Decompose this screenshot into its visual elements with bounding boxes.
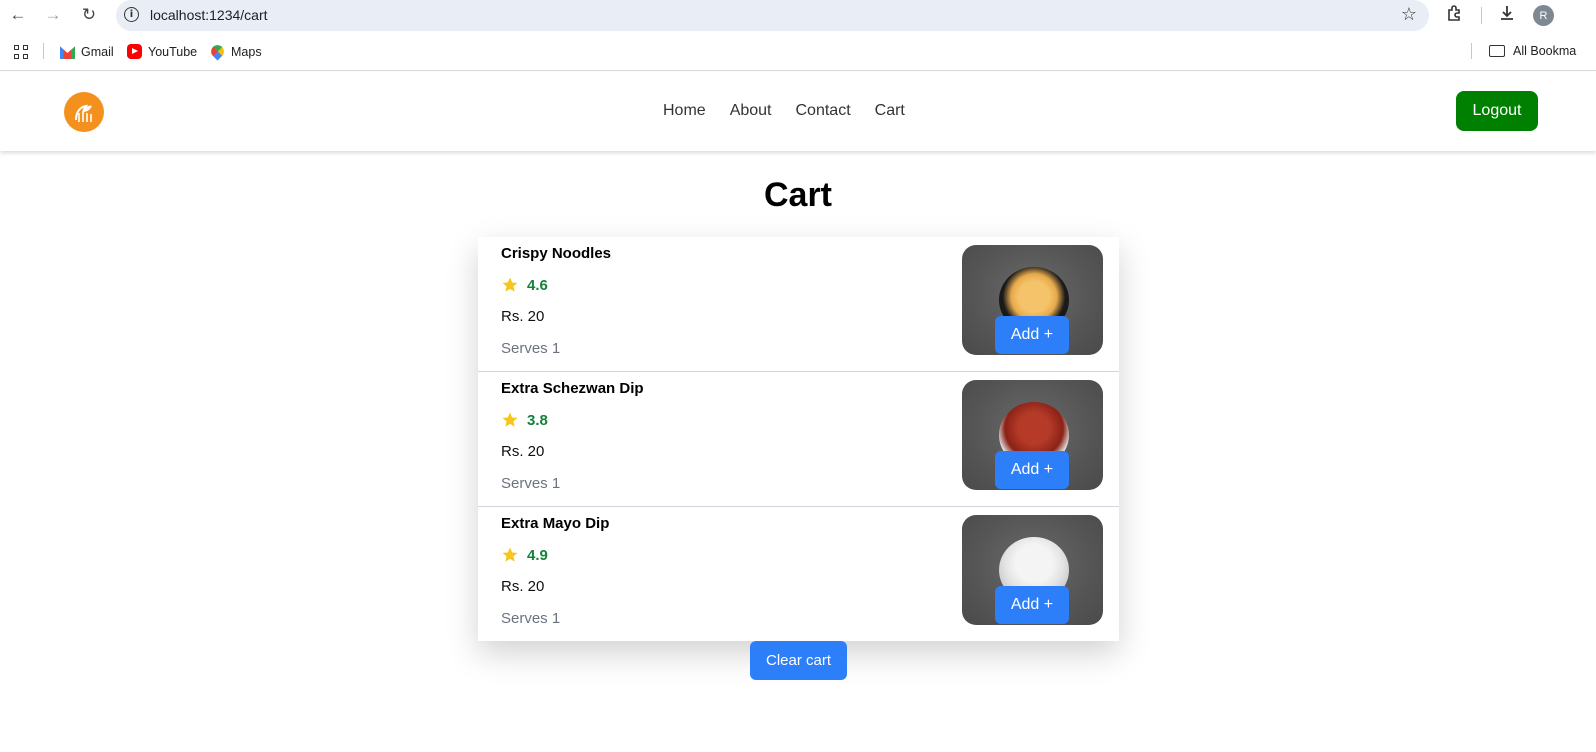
cart-list: Crispy Noodles 4.6 Rs. 20 Serves 1 Add +…	[478, 237, 1119, 641]
gmail-icon	[60, 46, 75, 59]
bookmark-youtube[interactable]: YouTube	[127, 44, 197, 59]
add-button[interactable]: Add +	[995, 451, 1069, 489]
star-icon	[502, 412, 518, 427]
item-price: Rs. 20	[501, 578, 545, 595]
item-rating: 4.9	[501, 546, 548, 564]
downloads-icon[interactable]	[1498, 4, 1516, 27]
nav-cart[interactable]: Cart	[875, 102, 905, 120]
item-name: Extra Schezwan Dip	[501, 380, 644, 397]
maps-icon	[208, 42, 227, 61]
add-button[interactable]: Add +	[995, 586, 1069, 624]
bookmark-label: Maps	[231, 44, 262, 59]
forward-arrow-icon[interactable]: →	[41, 4, 65, 26]
profile-avatar[interactable]: R	[1533, 5, 1554, 26]
back-arrow-icon[interactable]: ←	[6, 4, 30, 26]
item-price: Rs. 20	[501, 308, 545, 325]
bookmark-maps[interactable]: Maps	[208, 42, 262, 61]
address-bar[interactable]: i localhost:1234/cart ☆	[116, 0, 1429, 31]
cart-item: Extra Mayo Dip 4.9 Rs. 20 Serves 1 Add +	[478, 507, 1119, 641]
item-image: Add +	[962, 245, 1103, 355]
youtube-icon	[127, 44, 142, 59]
item-rating: 4.6	[501, 276, 548, 294]
site-info-icon[interactable]: i	[124, 7, 139, 22]
bookmarks-bar: Gmail YouTube Maps All Bookma	[0, 31, 1596, 71]
reload-icon[interactable]: ↻	[77, 4, 101, 26]
all-bookmarks-label: All Bookma	[1513, 44, 1577, 58]
bookmark-gmail[interactable]: Gmail	[60, 44, 114, 59]
main-nav: Home About Contact Cart	[663, 102, 929, 120]
toolbar-divider	[1481, 7, 1482, 24]
page-title: Cart	[763, 176, 833, 214]
folder-icon	[1489, 45, 1505, 57]
all-bookmarks[interactable]: All Bookma	[1489, 44, 1576, 58]
url-text[interactable]: localhost:1234/cart	[150, 7, 268, 23]
rating-value: 4.9	[527, 546, 548, 564]
item-image: Add +	[962, 515, 1103, 625]
nav-home[interactable]: Home	[663, 102, 706, 120]
browser-toolbar: ← → ↻ i localhost:1234/cart ☆ R	[0, 0, 1596, 31]
bookmark-label: Gmail	[81, 44, 114, 59]
clear-cart-button[interactable]: Clear cart	[750, 641, 847, 680]
apps-grid-icon[interactable]	[14, 45, 28, 59]
food-logo-icon[interactable]	[64, 92, 104, 132]
app-header: Home About Contact Cart Logout	[0, 72, 1596, 151]
item-serves: Serves 1	[501, 475, 561, 492]
nav-contact[interactable]: Contact	[796, 102, 851, 120]
extensions-icon[interactable]	[1446, 4, 1464, 27]
item-name: Crispy Noodles	[501, 245, 612, 262]
item-serves: Serves 1	[501, 610, 561, 627]
star-icon	[502, 277, 518, 292]
bookmarks-divider	[43, 43, 44, 59]
cart-item: Crispy Noodles 4.6 Rs. 20 Serves 1 Add +	[478, 237, 1119, 372]
item-rating: 3.8	[501, 411, 548, 429]
nav-about[interactable]: About	[730, 102, 772, 120]
add-button[interactable]: Add +	[995, 316, 1069, 354]
item-serves: Serves 1	[501, 340, 561, 357]
star-icon	[502, 547, 518, 562]
rating-value: 3.8	[527, 411, 548, 429]
bookmark-label: YouTube	[148, 44, 198, 59]
bookmarks-divider	[1471, 43, 1472, 59]
rating-value: 4.6	[527, 276, 548, 294]
item-price: Rs. 20	[501, 443, 545, 460]
cart-item: Extra Schezwan Dip 3.8 Rs. 20 Serves 1 A…	[478, 372, 1119, 507]
item-image: Add +	[962, 380, 1103, 490]
item-name: Extra Mayo Dip	[501, 515, 610, 532]
bookmark-star-icon[interactable]: ☆	[1401, 4, 1417, 25]
logout-button[interactable]: Logout	[1456, 91, 1538, 131]
